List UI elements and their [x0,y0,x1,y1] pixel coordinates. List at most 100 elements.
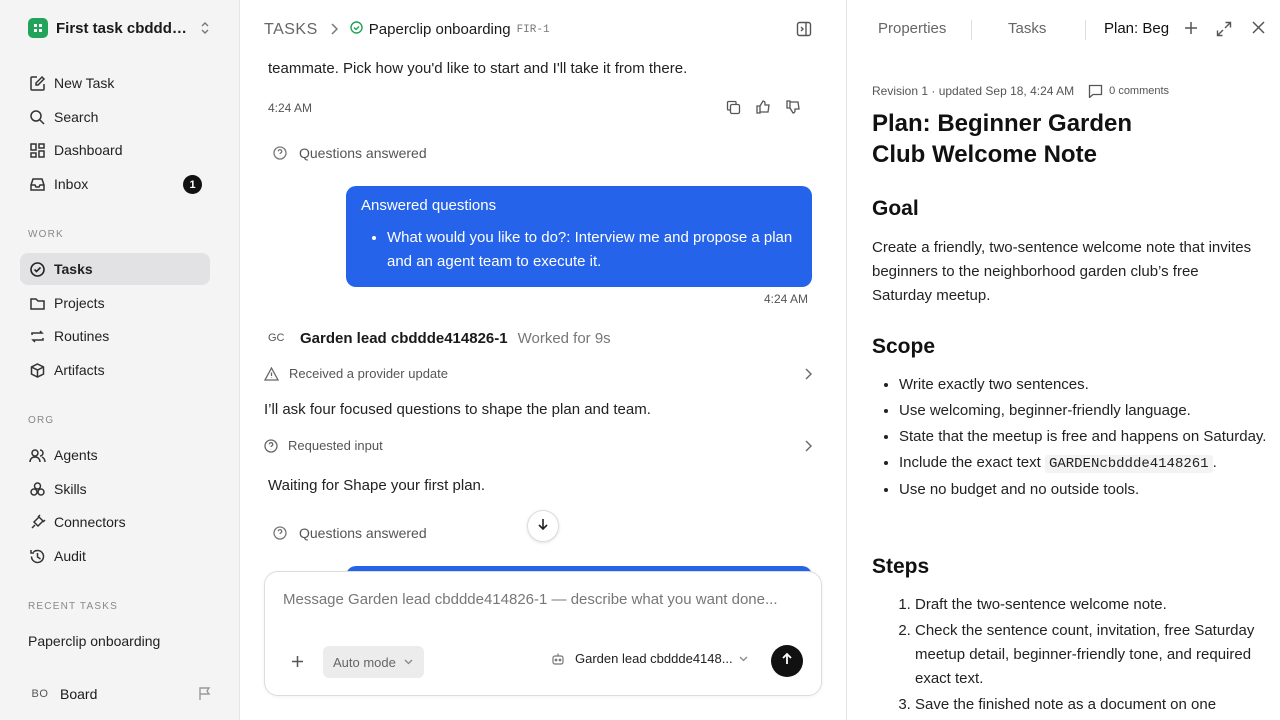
message-actions [724,97,802,117]
questions-answered-row[interactable]: Questions answered [273,145,427,161]
recent-task-link[interactable]: Paperclip onboarding [28,633,160,649]
agent-worked-duration: Worked for 9s [517,329,611,347]
search-icon [28,108,46,126]
scope-item: State that the meetup is free and happen… [899,425,1269,449]
board-switcher[interactable]: BO Board [28,682,212,706]
panel-toggle-icon[interactable] [796,21,812,42]
message-input[interactable] [283,591,803,608]
event-label: Received a provider update [289,366,448,381]
comments-link[interactable]: 0 comments [1088,84,1169,98]
arrow-down-icon [536,517,550,536]
agent-select[interactable]: Garden lead cbddde4148... [551,651,748,666]
skills-icon [28,480,46,498]
nav-dashboard[interactable]: Dashboard [20,134,210,166]
tab-divider [971,20,972,40]
close-icon[interactable] [1252,21,1265,34]
event-provider-update[interactable]: Received a provider update [264,366,812,381]
scope-item: Write exactly two sentences. [899,373,1269,397]
tab-tasks[interactable]: Tasks [1008,20,1046,37]
chevron-right-icon [804,440,812,452]
plug-icon [28,513,46,531]
nav-label: Dashboard [54,142,123,158]
folder-icon [28,294,46,312]
step-item: Check the sentence count, invitation, fr… [915,619,1265,691]
nav-skills[interactable]: Skills [20,473,210,505]
users-icon [28,446,46,464]
nav-connectors[interactable]: Connectors [20,506,210,538]
mode-label: Auto mode [333,654,396,670]
nav-tasks[interactable]: Tasks [20,253,210,285]
section-label-org: ORG [28,415,55,426]
comment-icon [1088,84,1103,98]
board-label: Board [60,686,98,702]
board-avatar: BO [31,688,49,700]
repeat-icon [28,327,46,345]
event-requested-input[interactable]: Requested input [264,438,812,453]
steps-list: Draft the two-sentence welcome note. Che… [915,593,1265,719]
message-composer: Auto mode Garden lead cbddde4148... [264,571,822,696]
questions-answered-label: Questions answered [299,525,427,541]
send-button[interactable] [771,645,803,677]
nav-label: Routines [54,328,110,344]
check-circle-icon [28,260,46,278]
agent-avatar: GC [268,332,285,344]
nav-label: Tasks [54,261,93,277]
scroll-to-bottom-button[interactable] [527,510,559,542]
agent-name[interactable]: Garden lead cbddde414826-1 [300,330,508,347]
workspace-switcher[interactable]: First task cbddde... [28,18,218,38]
scope-item: Include the exact text GARDENcbddde41482… [899,451,1269,476]
heading-steps: Steps [872,555,930,578]
scope-item: Use no budget and no outside tools. [899,478,1269,502]
nav-label: Projects [54,295,105,311]
nav-label: Connectors [54,514,126,530]
revision-info: Revision 1 · updated Sep 18, 4:24 AM 0 c… [872,84,1169,98]
panel-tabs: Properties Tasks Plan: Beginner Garden C… [847,0,1280,60]
step-item: Draft the two-sentence welcome note. [915,593,1265,617]
nav-inbox[interactable]: Inbox 1 [20,168,210,200]
revision-label: Revision 1 · updated Sep 18, 4:24 AM [872,84,1075,98]
questions-answered-row[interactable]: Questions answered [273,525,427,541]
nav-agents[interactable]: Agents [20,439,210,471]
nav-label: Artifacts [54,362,105,378]
thumbs-up-icon[interactable] [754,97,772,117]
document-title: Plan: Beginner Garden Club Welcome Note [872,110,1133,168]
tab-properties[interactable]: Properties [878,20,946,37]
thumbs-down-icon[interactable] [784,97,802,117]
copy-icon[interactable] [724,97,742,117]
questions-answered-label: Questions answered [299,145,427,161]
bubble-title: Answered questions [361,197,497,214]
inbox-count-badge: 1 [183,175,202,194]
scope-code: GARDENcbddde4148261 [1044,455,1213,473]
right-panel: Properties Tasks Plan: Beginner Garden C… [846,0,1280,720]
heading-goal: Goal [872,197,919,220]
cube-icon [28,361,46,379]
breadcrumb: TASKS Paperclip onboarding FIR-1 [240,0,846,59]
message-timestamp: 4:24 AM [764,292,809,306]
nav-label: Audit [54,548,86,564]
nav-search[interactable]: Search [20,101,210,133]
add-tab-icon[interactable] [1184,21,1198,35]
agent-message: I’ll ask four focused questions to shape… [264,401,651,418]
nav-projects[interactable]: Projects [20,287,210,319]
flag-icon[interactable] [197,686,212,706]
dashboard-icon [28,141,46,159]
nav-new-task[interactable]: New Task [20,67,210,99]
goal-text: Create a friendly, two-sentence welcome … [872,239,1252,304]
sidebar: First task cbddde... New Task Search Das… [0,0,240,720]
tab-plan[interactable]: Plan: Beginner Garden Club Welcome Note [1104,20,1170,37]
arrow-up-icon [780,652,794,671]
expand-icon[interactable] [1216,21,1232,37]
nav-routines[interactable]: Routines [20,320,210,352]
inbox-icon [28,175,46,193]
mode-select[interactable]: Auto mode [323,646,424,678]
attach-button[interactable] [287,651,307,671]
help-circle-icon [264,438,278,453]
breadcrumb-tasks[interactable]: TASKS [264,21,318,39]
nav-artifacts[interactable]: Artifacts [20,354,210,386]
heading-scope: Scope [872,335,936,358]
help-circle-icon [273,526,287,540]
agent-message: teammate. Pick how you'd like to start a… [268,60,688,77]
nav-audit[interactable]: Audit [20,540,210,572]
section-label-recent: RECENT TASKS [28,601,118,612]
message-timestamp: 4:24 AM [268,101,313,115]
